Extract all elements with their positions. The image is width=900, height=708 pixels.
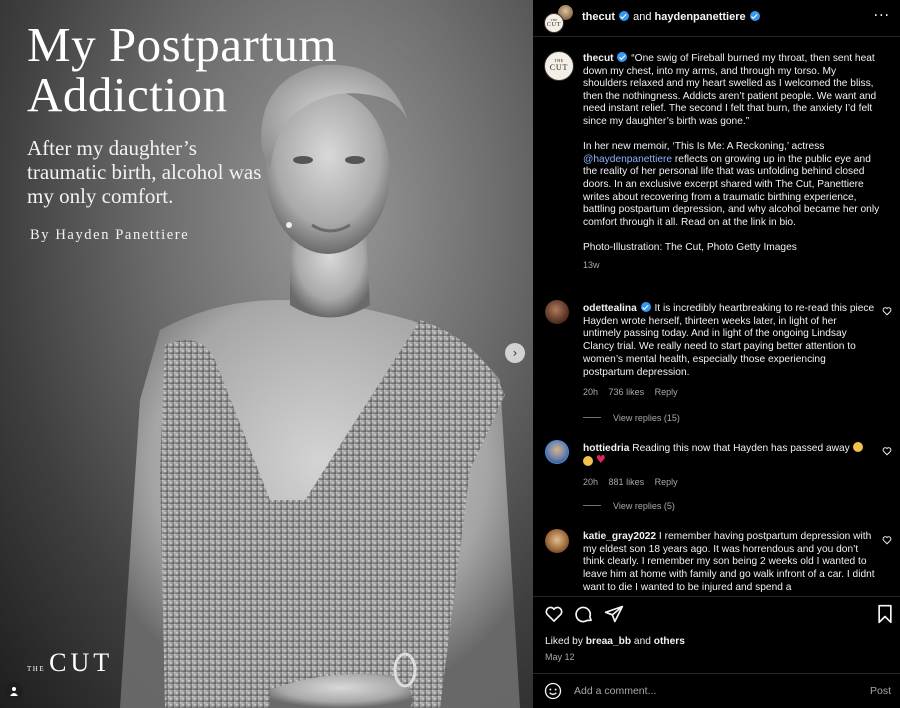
comment-body: It is incredibly heartbreaking to re-rea… bbox=[583, 303, 875, 378]
post-sidebar: THE CUT thecut and haydenpanettiere ··· … bbox=[533, 0, 900, 708]
comment-time[interactable]: 20h bbox=[583, 387, 598, 397]
comment-body: Reading this now that Hayden has passed … bbox=[632, 443, 850, 454]
comment-bubble-icon[interactable] bbox=[574, 604, 594, 624]
reply-button[interactable]: Reply bbox=[655, 387, 678, 397]
caption-body-start: In her new memoir, ‘This Is Me: A Reckon… bbox=[583, 141, 825, 153]
comment-input[interactable] bbox=[574, 682, 824, 700]
comment-text: hottiedria Reading this now that Hayden … bbox=[583, 442, 875, 469]
logo-big-text: CUT bbox=[49, 648, 114, 677]
comment-likes[interactable]: 881 likes bbox=[609, 477, 645, 487]
author-link-thecut[interactable]: thecut bbox=[582, 11, 615, 23]
the-cut-logo: THE CUT bbox=[27, 648, 113, 678]
view-replies-label: View replies (5) bbox=[613, 501, 675, 511]
collab-avatars[interactable]: THE CUT bbox=[544, 4, 578, 33]
more-options-icon[interactable]: ··· bbox=[874, 8, 890, 24]
action-bar bbox=[533, 602, 900, 628]
comment-username[interactable]: hottiedria bbox=[583, 443, 629, 454]
and-text: and bbox=[633, 11, 655, 23]
next-slide-button[interactable]: › bbox=[505, 343, 525, 363]
emoji-picker-icon[interactable] bbox=[544, 682, 562, 700]
bookmark-icon[interactable] bbox=[876, 604, 894, 624]
post-comment-button[interactable]: Post bbox=[870, 685, 891, 697]
verified-badge-icon bbox=[640, 302, 651, 312]
heart-icon[interactable] bbox=[882, 306, 892, 316]
view-replies-button[interactable]: View replies (5) bbox=[583, 501, 675, 511]
replies-line bbox=[583, 417, 601, 418]
view-replies-button[interactable]: View replies (15) bbox=[583, 413, 680, 423]
post-authors: thecut and haydenpanettiere bbox=[582, 11, 761, 23]
heart-icon[interactable] bbox=[882, 535, 892, 545]
comment-time[interactable]: 20h bbox=[583, 477, 598, 487]
comment-text: katie_gray2022 I remember having postpar… bbox=[583, 531, 875, 595]
share-send-icon[interactable] bbox=[604, 604, 624, 624]
liked-by-user[interactable]: breaa_bb bbox=[586, 636, 631, 647]
comment-meta: 20h 736 likes Reply bbox=[583, 387, 686, 397]
comment-username[interactable]: odettealina bbox=[583, 303, 637, 314]
verified-badge-icon bbox=[749, 11, 760, 21]
divider bbox=[533, 596, 900, 597]
verified-badge-icon bbox=[619, 11, 630, 21]
comment-likes[interactable]: 736 likes bbox=[609, 387, 645, 397]
comment-username[interactable]: katie_gray2022 bbox=[583, 531, 656, 542]
liked-by: Liked by breaa_bb and others bbox=[545, 636, 685, 647]
caption-text: thecut “One swig of Fireball burned my t… bbox=[583, 52, 883, 271]
chevron-right-icon: › bbox=[512, 346, 518, 360]
subheadline: After my daughter’s traumatic birth, alc… bbox=[27, 136, 262, 208]
avatar[interactable]: THE CUT bbox=[544, 51, 574, 81]
avatar: THE CUT bbox=[544, 13, 564, 33]
post-image: My Postpartum Addiction After my daughte… bbox=[0, 0, 533, 708]
reply-button[interactable]: Reply bbox=[655, 477, 678, 487]
liked-by-prefix: Liked by bbox=[545, 636, 586, 647]
headline: My Postpartum Addiction bbox=[27, 17, 338, 122]
person-icon bbox=[10, 687, 18, 696]
caption-timestamp[interactable]: 13w bbox=[583, 259, 883, 272]
crying-face-emoji-icon bbox=[583, 455, 593, 466]
author-link-haydenpanettiere[interactable]: haydenpanettiere bbox=[655, 11, 746, 23]
tagged-users-button[interactable] bbox=[5, 682, 23, 700]
comments-thread[interactable]: THE CUT thecut “One swig of Fireball bur… bbox=[533, 37, 900, 595]
avatar-logo-big: CUT bbox=[546, 22, 562, 28]
verified-badge-icon bbox=[617, 52, 628, 62]
like-heart-icon[interactable] bbox=[544, 604, 564, 624]
replies-line bbox=[583, 505, 601, 506]
comment-text: odettealina It is incredibly heartbreaki… bbox=[583, 302, 875, 379]
byline: By Hayden Panettiere bbox=[30, 227, 190, 243]
mention-link[interactable]: @haydenpanettiere bbox=[583, 154, 672, 165]
avatar[interactable] bbox=[545, 440, 569, 464]
caption-quote: “One swig of Fireball burned my throat, … bbox=[583, 53, 877, 127]
post-header: THE CUT thecut and haydenpanettiere ··· bbox=[533, 0, 900, 36]
photo-credit: Photo-Illustration: The Cut, Photo Getty… bbox=[583, 241, 797, 253]
liked-by-others[interactable]: others bbox=[654, 636, 685, 647]
avatar-logo-big: CUT bbox=[549, 63, 569, 72]
sad-face-emoji-icon bbox=[852, 442, 863, 452]
heart-icon[interactable] bbox=[882, 446, 892, 456]
view-replies-label: View replies (15) bbox=[613, 413, 680, 423]
add-comment-bar: Post bbox=[533, 674, 900, 708]
comment-meta: 20h 881 likes Reply bbox=[583, 477, 686, 487]
avatar[interactable] bbox=[545, 300, 569, 324]
caption-username[interactable]: thecut bbox=[583, 53, 614, 64]
logo-small-text: THE bbox=[27, 665, 46, 673]
liked-by-middle: and bbox=[631, 636, 654, 647]
broken-heart-emoji-icon bbox=[596, 454, 606, 467]
avatar[interactable] bbox=[545, 529, 569, 553]
post-date[interactable]: May 12 bbox=[545, 652, 575, 662]
